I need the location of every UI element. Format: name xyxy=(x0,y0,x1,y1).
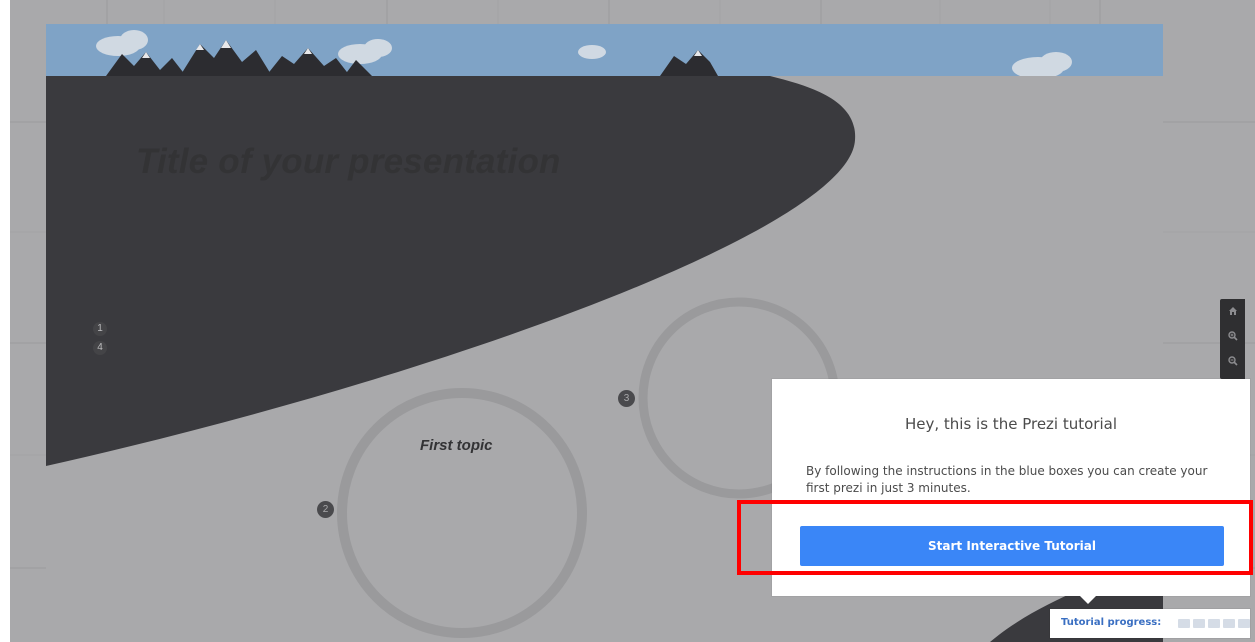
tutorial-popup: Hey, this is the Prezi tutorial By follo… xyxy=(772,379,1250,596)
zoom-out-icon[interactable] xyxy=(1220,352,1245,374)
presentation-title[interactable]: Title of your presentation xyxy=(136,142,561,182)
tutorial-progress: Tutorial progress: xyxy=(1050,609,1250,638)
tutorial-description: By following the instructions in the blu… xyxy=(806,464,1208,495)
zoom-controls xyxy=(1220,299,1245,379)
progress-segment xyxy=(1238,619,1250,628)
path-step-badge[interactable]: 2 xyxy=(317,501,334,518)
tutorial-progress-segments xyxy=(1178,619,1250,628)
progress-segment xyxy=(1193,619,1205,628)
popup-pointer xyxy=(1080,596,1096,604)
path-step-number[interactable]: 4 xyxy=(93,341,107,355)
path-step-number[interactable]: 1 xyxy=(93,322,107,336)
topic-title[interactable]: First topic xyxy=(420,437,493,454)
path-step-badge[interactable]: 3 xyxy=(618,390,635,407)
progress-segment xyxy=(1223,619,1235,628)
progress-segment xyxy=(1178,619,1190,628)
progress-segment xyxy=(1208,619,1220,628)
tutorial-progress-label: Tutorial progress: xyxy=(1061,617,1162,628)
tutorial-heading: Hey, this is the Prezi tutorial xyxy=(905,415,1117,433)
zoom-in-icon[interactable] xyxy=(1220,327,1245,349)
home-icon[interactable] xyxy=(1220,302,1245,324)
start-interactive-tutorial-button[interactable]: Start Interactive Tutorial xyxy=(800,526,1224,566)
